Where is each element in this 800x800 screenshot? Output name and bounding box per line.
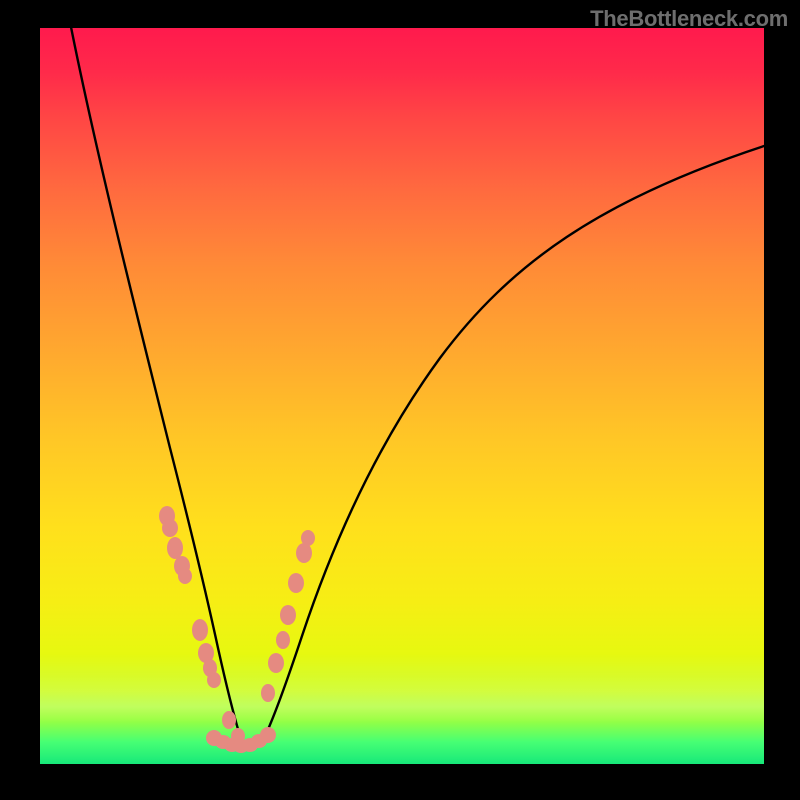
- right-curve: [250, 146, 764, 748]
- left-curve: [70, 22, 250, 748]
- chart-frame: [40, 28, 764, 764]
- chart-svg: [40, 28, 764, 764]
